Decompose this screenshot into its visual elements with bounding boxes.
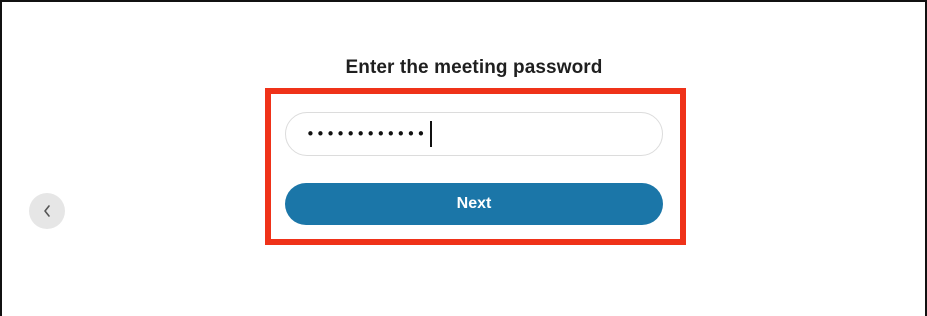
chevron-left-icon: [42, 204, 52, 218]
meeting-password-dialog: Enter the meeting password •••••••••••• …: [0, 0, 927, 316]
text-caret: [429, 121, 432, 147]
password-input[interactable]: ••••••••••••: [285, 112, 663, 156]
page-title: Enter the meeting password: [345, 57, 603, 78]
password-value: ••••••••••••: [306, 125, 427, 143]
next-button[interactable]: Next: [285, 183, 663, 225]
back-button[interactable]: [29, 193, 65, 229]
